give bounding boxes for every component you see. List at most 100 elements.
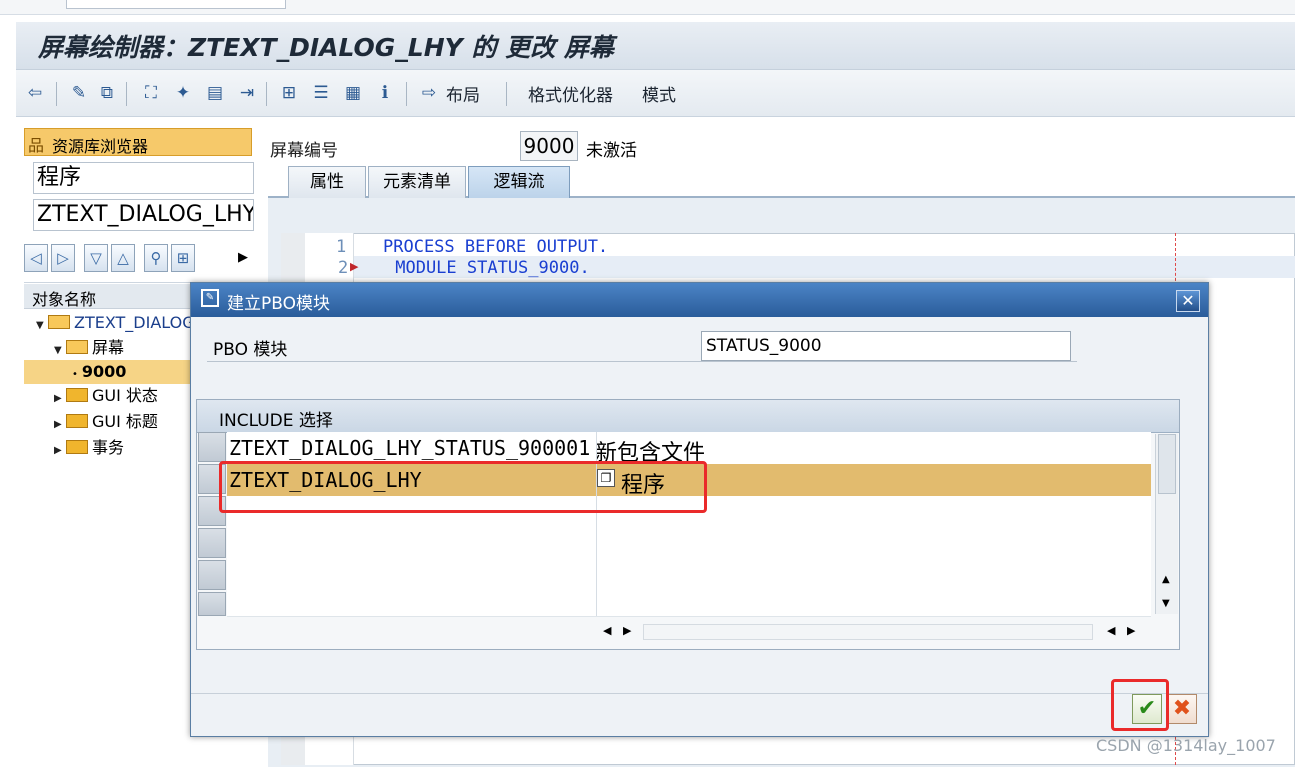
collapsed-triangle-icon[interactable]: ▶ bbox=[54, 387, 66, 411]
address-box[interactable] bbox=[66, 0, 286, 9]
code-line[interactable]: MODULE STATUS_9000. bbox=[385, 258, 589, 278]
toolbar-separator bbox=[56, 82, 57, 106]
display-change-icon[interactable]: ✎ bbox=[68, 82, 90, 104]
repository-browser-button[interactable]: 品 资源库浏览器 bbox=[24, 128, 252, 156]
row-selector[interactable] bbox=[198, 528, 226, 558]
expanded-triangle-icon[interactable]: ▼ bbox=[36, 314, 48, 338]
application-toolbar: ⇦ ✎ ⧉ ⛶ ✦ ▤ ⇥ ⊞ ☰ ▦ ℹ ⇨ 布局 格式优化器 模式 bbox=[16, 70, 1295, 117]
tab-flow-logic[interactable]: 逻辑流 bbox=[468, 166, 570, 198]
highlight-box-confirm bbox=[1111, 679, 1169, 731]
folder-icon bbox=[66, 388, 88, 402]
table-row[interactable] bbox=[227, 592, 1151, 617]
tree-node-gui-title[interactable]: ▶ GUI 标题 bbox=[54, 410, 158, 434]
more-right-icon[interactable]: ▶ bbox=[238, 250, 248, 265]
column-divider bbox=[596, 432, 597, 616]
tree-node-label: GUI 状态 bbox=[92, 386, 158, 405]
where-used-icon[interactable]: ⛶ bbox=[140, 82, 162, 104]
highlight-box-selected-row bbox=[219, 461, 707, 513]
collapsed-triangle-icon[interactable]: ▶ bbox=[54, 413, 66, 437]
tree-node-label: 事务 bbox=[92, 438, 125, 457]
pbo-module-label: PBO 模块 bbox=[213, 340, 288, 360]
transport-icon[interactable]: ⇥ bbox=[236, 82, 258, 104]
dialog-title: 建立PBO模块 bbox=[227, 294, 330, 314]
edit-icon: ✎ bbox=[201, 289, 219, 307]
tree-node-screens[interactable]: ▼ 屏幕 bbox=[54, 336, 124, 360]
previous-object-icon[interactable]: ◁ bbox=[24, 244, 48, 272]
toolbar-separator bbox=[406, 82, 407, 106]
back-arrow-icon[interactable]: ⇦ bbox=[24, 82, 46, 104]
cancel-button[interactable]: ✖ bbox=[1167, 694, 1197, 724]
collapsed-triangle-icon[interactable]: ▶ bbox=[54, 439, 66, 463]
folder-open-icon bbox=[66, 340, 88, 354]
scroll-down-icon[interactable]: ▼ bbox=[1162, 598, 1170, 609]
next-object-icon[interactable]: ▷ bbox=[51, 244, 75, 272]
leaf-dot-icon: • bbox=[72, 369, 78, 380]
scroll-right-icon[interactable]: ▶ bbox=[1127, 624, 1135, 637]
info-icon[interactable]: ℹ bbox=[374, 82, 396, 104]
layout-button[interactable]: 布局 bbox=[446, 81, 480, 106]
stack-icon[interactable]: ☰ bbox=[310, 82, 332, 104]
toolbar-separator bbox=[506, 82, 507, 106]
scroll-thumb[interactable] bbox=[1158, 434, 1176, 494]
tree-node-label: 屏幕 bbox=[92, 338, 125, 357]
scroll-right-icon[interactable]: ▶ bbox=[623, 624, 631, 637]
row-selector[interactable] bbox=[198, 560, 226, 590]
scroll-left-icon[interactable]: ◀ bbox=[1107, 624, 1115, 637]
binoculars-icon[interactable]: ⚲ bbox=[144, 244, 168, 272]
folder-open-icon bbox=[48, 315, 70, 329]
tree-structure-icon[interactable]: ⊞ bbox=[171, 244, 195, 272]
line-number: 1 bbox=[336, 237, 347, 257]
tree-node-transaction[interactable]: ▶ 事务 bbox=[54, 436, 124, 460]
object-name-field[interactable]: ZTEXT_DIALOG_LHY bbox=[33, 199, 254, 231]
scroll-left-icon[interactable]: ◀ bbox=[603, 624, 611, 637]
scroll-track[interactable] bbox=[643, 624, 1093, 640]
status-text: 未激活 bbox=[586, 141, 637, 161]
line-number: 2 bbox=[338, 258, 349, 278]
layout-arrow-icon[interactable]: ⇨ bbox=[418, 82, 440, 104]
row-selector[interactable] bbox=[198, 432, 226, 462]
magic-wand-icon[interactable]: ✦ bbox=[172, 82, 194, 104]
horizontal-scrollbar[interactable]: ◀ ▶ ◀ ▶ bbox=[593, 622, 1153, 642]
scroll-up-icon[interactable]: ▲ bbox=[1162, 574, 1170, 585]
table-row[interactable] bbox=[227, 560, 1151, 593]
include-selection-table: INCLUDE 选择 ZTEXT_DIALOG_LHY_STATUS_90000… bbox=[196, 399, 1180, 650]
display-object-icon[interactable]: ▤ bbox=[204, 82, 226, 104]
formatter-button[interactable]: 格式优化器 bbox=[528, 81, 613, 106]
tab-attributes[interactable]: 属性 bbox=[288, 166, 366, 198]
dialog-footer-divider bbox=[191, 693, 1208, 694]
include-table-header: INCLUDE 选择 bbox=[197, 400, 1179, 433]
list-icon[interactable]: ▦ bbox=[342, 82, 364, 104]
repository-nav-toolbar: ◁ ▷ ▽ △ ⚲ ⊞ ▶ bbox=[24, 244, 256, 276]
table-row[interactable] bbox=[227, 528, 1151, 561]
activate-icon[interactable]: ⧉ bbox=[96, 82, 118, 104]
code-line[interactable]: PROCESS BEFORE OUTPUT. bbox=[383, 237, 608, 257]
row-selector[interactable] bbox=[198, 592, 226, 616]
tree-node-screen-9000[interactable]: • 9000 bbox=[24, 360, 194, 384]
breakpoint-marker-icon: ▶ bbox=[350, 260, 359, 273]
object-type-field[interactable]: 程序 bbox=[33, 162, 254, 194]
screen-number-field[interactable]: 9000 bbox=[520, 131, 578, 161]
mode-button[interactable]: 模式 bbox=[642, 81, 676, 106]
folder-icon bbox=[66, 440, 88, 454]
repository-browser-label: 资源库浏览器 bbox=[52, 137, 149, 156]
tab-element-list[interactable]: 元素清单 bbox=[368, 166, 466, 198]
hierarchy-icon[interactable]: ⊞ bbox=[278, 82, 300, 104]
dialog-title-bar: ✎ 建立PBO模块 bbox=[191, 283, 1208, 317]
expand-all-icon[interactable]: ▽ bbox=[84, 244, 108, 272]
tree-node-gui-status[interactable]: ▶ GUI 状态 bbox=[54, 384, 158, 408]
screen-number-label: 屏幕编号 bbox=[270, 141, 338, 161]
toolbar-separator bbox=[126, 82, 127, 106]
tree-node-label: 9000 bbox=[81, 362, 127, 381]
hierarchy-icon: 品 bbox=[28, 136, 45, 155]
tree-header-label: 对象名称 bbox=[32, 290, 97, 309]
page-title: 屏幕绘制器：ZTEXT_DIALOG_LHY 的 更改 屏幕 bbox=[38, 33, 614, 62]
dialog-close-button[interactable]: ✕ bbox=[1176, 290, 1200, 312]
include-header-label: INCLUDE 选择 bbox=[219, 411, 333, 431]
watermark: CSDN @1314lay_1007 bbox=[1096, 736, 1276, 755]
collapse-all-icon[interactable]: △ bbox=[111, 244, 135, 272]
vertical-scrollbar[interactable]: ▲ ▼ bbox=[1155, 434, 1178, 614]
toolbar-separator bbox=[266, 82, 267, 106]
tree-node-label: GUI 标题 bbox=[92, 412, 158, 431]
folder-icon bbox=[66, 414, 88, 428]
pbo-module-input[interactable]: STATUS_9000 bbox=[701, 331, 1071, 361]
